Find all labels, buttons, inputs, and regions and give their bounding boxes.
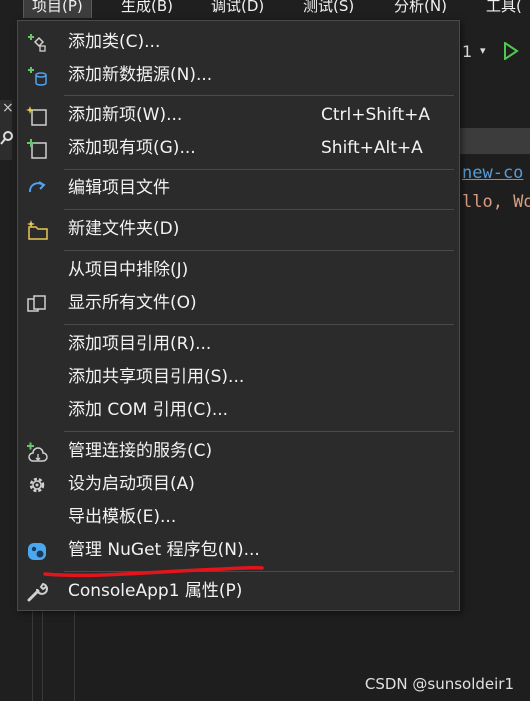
menu-item-project-properties[interactable]: ConsoleApp1 属性(P) xyxy=(18,575,459,608)
menu-item-label: 添加项目引用(R)... xyxy=(68,334,212,354)
menu-item-label: 添加新项(W)... xyxy=(68,105,183,125)
menu-tools[interactable]: 工具( xyxy=(486,0,522,18)
menu-item-add-existing-item[interactable]: 添加现有项(G)... Shift+Alt+A xyxy=(18,132,459,165)
menu-item-set-as-startup-project[interactable]: 设为启动项目(A) xyxy=(18,468,459,501)
watermark: CSDN @sunsoldeir1 xyxy=(364,675,514,693)
menu-item-add-data-source[interactable]: 添加新数据源(N)... xyxy=(18,59,459,92)
menu-item-add-com-reference[interactable]: 添加 COM 引用(C)... xyxy=(18,394,459,427)
menu-item-label: 管理连接的服务(C) xyxy=(68,441,213,461)
code-line: new-co xyxy=(462,163,524,183)
edit-project-file-icon xyxy=(28,181,46,193)
menu-bar: 项目(P) 生成(B) 调试(D) 测试(S) 分析(N) 工具( xyxy=(0,0,530,18)
chevron-down-icon[interactable]: ▾ xyxy=(480,44,486,57)
config-selector[interactable]: 1 xyxy=(462,42,472,61)
divider xyxy=(32,610,33,701)
menu-separator xyxy=(64,431,454,432)
menu-separator xyxy=(64,209,454,210)
new-folder-icon xyxy=(27,220,48,240)
menu-separator xyxy=(64,250,454,251)
menu-item-manage-connected-services[interactable]: 管理连接的服务(C) xyxy=(18,435,459,468)
menu-item-edit-project-file[interactable]: 编辑项目文件 xyxy=(18,172,459,205)
menu-item-label: 添加类(C)... xyxy=(68,32,161,52)
add-existing-item-icon xyxy=(27,139,47,159)
menu-item-label: 添加新数据源(N)... xyxy=(68,65,213,85)
menu-separator xyxy=(64,324,454,325)
show-all-files-icon xyxy=(27,295,46,312)
menu-item-show-all-files[interactable]: 显示所有文件(O) xyxy=(18,287,459,320)
menu-separator xyxy=(64,95,454,96)
menu-test[interactable]: 测试(S) xyxy=(303,0,354,18)
search-icon[interactable] xyxy=(0,130,14,146)
menu-item-label: 编辑项目文件 xyxy=(68,178,170,198)
menu-item-new-folder[interactable]: 新建文件夹(D) xyxy=(18,213,459,246)
menu-item-label: 管理 NuGet 程序包(N)... xyxy=(68,540,260,560)
menu-build[interactable]: 生成(B) xyxy=(121,0,173,18)
menu-separator xyxy=(64,169,454,170)
gear-icon xyxy=(29,477,45,493)
menu-item-label: 导出模板(E)... xyxy=(68,507,177,527)
menu-item-label: ConsoleApp1 属性(P) xyxy=(68,581,243,601)
menu-item-export-template[interactable]: 导出模板(E)... xyxy=(18,501,459,534)
menu-item-label: 添加现有项(G)... xyxy=(68,138,196,158)
menu-separator xyxy=(64,571,454,572)
project-menu-dropdown: 添加类(C)... 添加新数据源(N)... 添加新项(W)... Ctrl+S… xyxy=(17,20,460,611)
nuget-icon xyxy=(28,543,46,560)
menu-item-add-new-item[interactable]: 添加新项(W)... Ctrl+Shift+A xyxy=(18,99,459,132)
connected-services-icon xyxy=(27,442,48,462)
menu-item-label: 显示所有文件(O) xyxy=(68,293,197,313)
play-icon[interactable] xyxy=(503,42,519,60)
add-datasource-icon xyxy=(28,67,47,86)
menu-debug[interactable]: 调试(D) xyxy=(211,0,264,18)
menu-item-add-project-reference[interactable]: 添加项目引用(R)... xyxy=(18,328,459,361)
menu-item-label: 从项目中排除(J) xyxy=(68,260,189,280)
add-new-item-icon xyxy=(26,106,47,126)
shortcut-label: Ctrl+Shift+A xyxy=(321,105,431,125)
menu-project[interactable]: 项目(P) xyxy=(23,0,92,18)
menu-item-add-shared-project-reference[interactable]: 添加共享项目引用(S)... xyxy=(18,361,459,394)
add-class-icon xyxy=(28,34,46,52)
editor-tab[interactable] xyxy=(460,128,530,154)
menu-item-add-class[interactable]: 添加类(C)... xyxy=(18,26,459,59)
close-icon[interactable]: × xyxy=(2,100,14,116)
menu-item-exclude-from-project[interactable]: 从项目中排除(J) xyxy=(18,254,459,287)
divider xyxy=(74,610,75,701)
divider xyxy=(42,610,43,701)
menu-item-label: 添加共享项目引用(S)... xyxy=(68,367,245,387)
menu-item-label: 设为启动项目(A) xyxy=(68,474,195,494)
code-line: llo, Wo xyxy=(462,192,530,212)
menu-item-manage-nuget-packages[interactable]: 管理 NuGet 程序包(N)... xyxy=(18,534,459,567)
wrench-icon xyxy=(27,582,48,602)
menu-item-label: 添加 COM 引用(C)... xyxy=(68,400,229,420)
shortcut-label: Shift+Alt+A xyxy=(321,138,423,158)
menu-analyze[interactable]: 分析(N) xyxy=(394,0,447,18)
menu-item-label: 新建文件夹(D) xyxy=(68,219,180,239)
